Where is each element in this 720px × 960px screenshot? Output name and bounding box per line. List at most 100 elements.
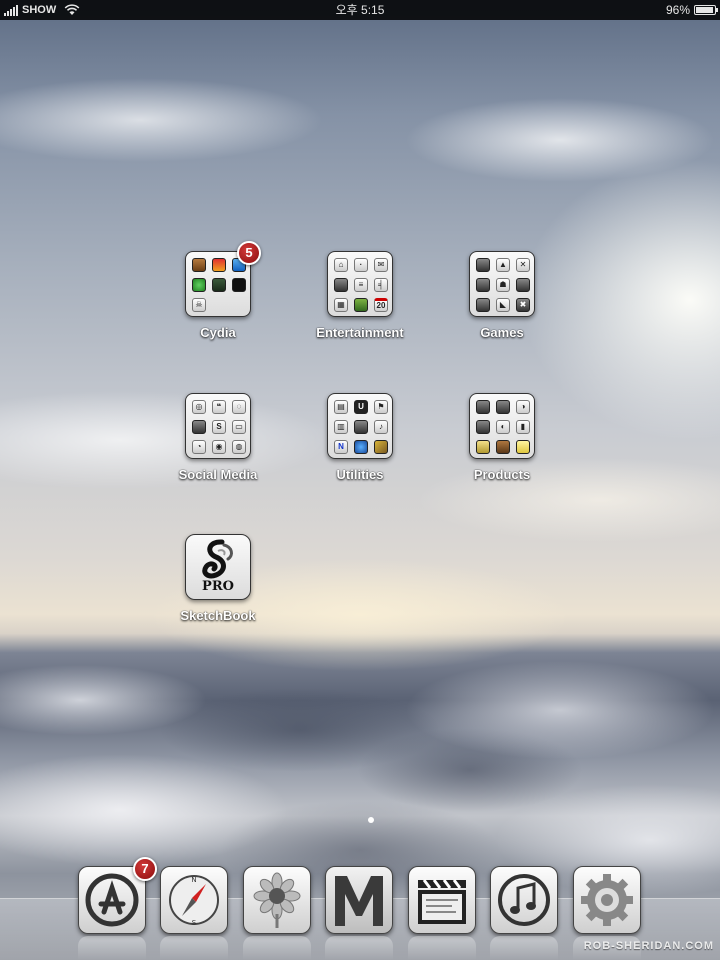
game-mini-icon [476,258,490,272]
folder-label: Products [473,467,531,482]
app-label: SketchBook [180,608,256,623]
folder-label: Utilities [336,467,384,482]
chat-mini-icon [192,420,206,434]
game-mini-icon [516,278,530,292]
app-store-icon [85,873,139,927]
globe-mini-icon [354,440,368,454]
folder-icon: ▤ U ⚑ ▥ ♪ N [327,393,393,459]
game-mini-icon: ◣ [496,298,510,312]
folder-games[interactable]: ▲ ✕ ☗ ◣ ✖ Games [432,251,572,340]
dock-app-store[interactable]: 7 [78,857,157,934]
game-mini-icon [476,278,490,292]
folder-entertainment[interactable]: ⌂ · ✉ ≡ ╡ ▦ 20 Entertainment [290,251,430,340]
terminal-mini-icon [232,278,246,292]
folder-icon: ☠ 5 [185,241,261,317]
battery-percent: 96% [665,3,690,17]
dock-photos[interactable] [243,866,311,934]
status-right: 96% [665,0,718,20]
watermark-text: ROB-SHERIDAN.COM [583,940,714,952]
product-mini-icon [476,400,490,414]
u-mini-icon: U [354,400,368,414]
sketchbook-pro-icon: PRO [185,534,251,600]
chat-mini-icon: ◎ [192,400,206,414]
game-mini-icon [476,298,490,312]
grid-mini-icon: ▦ [334,298,348,312]
folder-icon: ▲ ✕ ☗ ◣ ✖ [469,251,535,317]
dock-reflection [160,936,228,960]
folder-preview-grid: ◎ ❝ ◌ S ▭ ◔ ◉ ◍ [192,400,246,454]
app-sketchbook[interactable]: PRO SketchBook [148,534,288,623]
screen-mini-icon [354,420,368,434]
house-mini-icon: ⌂ [334,258,348,272]
chat-mini-icon: ◍ [232,440,246,454]
folder-preview-grid: ▤ U ⚑ ▥ ♪ N [334,400,388,454]
folder-products[interactable]: ◑ ◐ ▮ Products [432,393,572,482]
dock-safari[interactable]: N S [160,866,228,934]
folder-label: Cydia [200,325,236,340]
green-circle-mini-icon [192,278,206,292]
folder-mini-icon [476,440,490,454]
bars-mini-icon: ≡ [354,278,368,292]
note-mini-icon: ♪ [374,420,388,434]
download-mini-icon [212,278,226,292]
folder-preview-grid: ◑ ◐ ▮ [476,400,530,454]
folder-social-media[interactable]: ◎ ❝ ◌ S ▭ ◔ ◉ ◍ Social Media [148,393,288,482]
photos-sunflower-icon [253,872,301,928]
tool-mini-icon: ╡ [374,278,388,292]
dock-settings[interactable] [573,866,641,934]
plant-mini-icon [354,298,368,312]
status-bar: SHOW 오후 5:15 96% [0,0,720,20]
brown-mini-icon [496,440,510,454]
mail-m-icon [335,876,383,926]
product-mini-icon: ◑ [516,400,530,414]
videos-clapperboard-icon [418,879,466,924]
chat-mini-icon: ◌ [232,400,246,414]
product-mini-icon [476,420,490,434]
calendar-mini-icon: 20 [374,298,388,312]
dock-mail[interactable] [325,866,393,934]
dock-reflection [243,936,311,960]
safari-compass-icon: N S [169,875,219,927]
rainbow-mini-icon [212,258,226,272]
ctrl-mini-icon: ▥ [334,420,348,434]
notification-badge: 7 [133,857,157,881]
folder-preview-grid: ▲ ✕ ☗ ◣ ✖ [476,258,530,312]
product-mini-icon: ◐ [496,420,510,434]
folder-icon: ⌂ · ✉ ≡ ╡ ▦ 20 [327,251,393,317]
dock-videos[interactable] [408,866,476,934]
folder-preview-grid: ☠ [192,258,246,312]
dock-reflection [490,936,558,960]
chat-mini-icon: S [212,420,226,434]
folder-icon: ◎ ❝ ◌ S ▭ ◔ ◉ ◍ [185,393,251,459]
keyboard-mini-icon: ▤ [334,400,348,414]
sketch-swirl-icon [202,539,233,579]
chat-mini-icon: ▭ [232,420,246,434]
flag-mini-icon: ⚑ [374,400,388,414]
svg-text:N: N [191,876,196,884]
photo-mini-icon [374,440,388,454]
game-mini-icon: ✖ [516,298,530,312]
folder-cydia[interactable]: ☠ 5 Cydia [148,241,288,340]
product-mini-icon [496,400,510,414]
chat-mini-icon: ◉ [212,440,226,454]
dock-reflection [325,936,393,960]
chat-mini-icon: ❝ [212,400,226,414]
folder-label: Games [480,325,524,340]
status-time: 오후 5:15 [335,3,385,17]
n-mini-icon: N [334,440,348,454]
folder-preview-grid: ⌂ · ✉ ≡ ╡ ▦ 20 [334,258,388,312]
svg-text:S: S [192,919,197,927]
ipod-music-icon [498,874,550,926]
folder-label: Social Media [178,467,258,482]
product-mini-icon: ▮ [516,420,530,434]
game-mini-icon: ☗ [496,278,510,292]
folder-icon: ◑ ◐ ▮ [469,393,535,459]
battery-fill [696,7,714,13]
page-indicator-dot[interactable] [368,817,374,823]
pro-label: PRO [202,579,234,594]
folder-utilities[interactable]: ▤ U ⚑ ▥ ♪ N Utilities [290,393,430,482]
notes-mini-icon [516,440,530,454]
skull-mini-icon: ☠ [192,298,206,312]
dock-ipod[interactable] [490,866,558,934]
chat-mini-icon: ◔ [192,440,206,454]
